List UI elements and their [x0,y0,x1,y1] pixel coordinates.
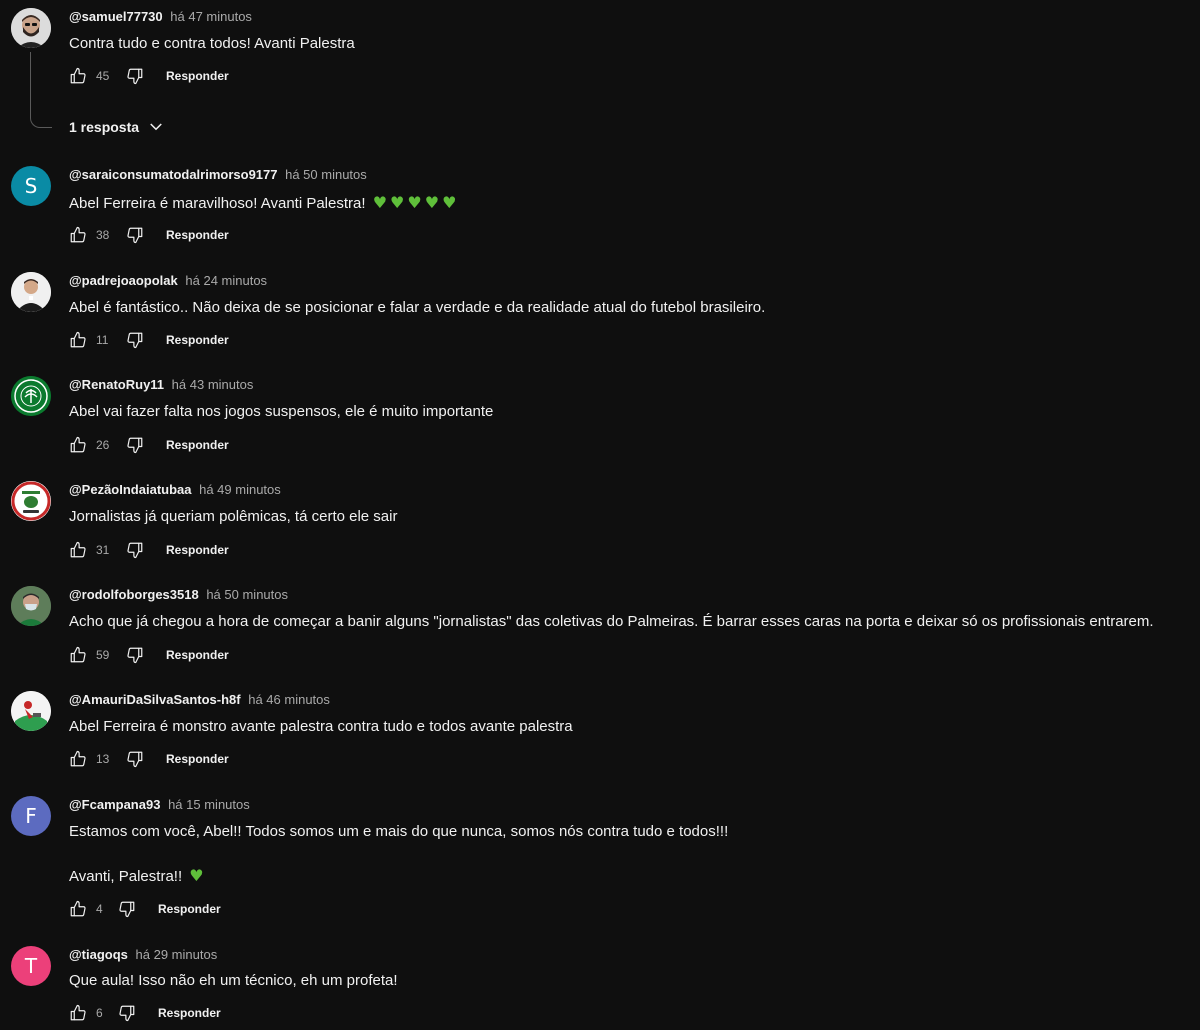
like-count: 31 [96,543,110,557]
chevron-down-icon [150,123,162,131]
reply-button[interactable]: Responder [166,543,229,557]
comment-time[interactable]: há 46 minutos [248,692,330,707]
thumbs-down-icon[interactable] [126,331,144,349]
thumbs-up-icon[interactable] [69,750,87,768]
comment-text: Abel Ferreira é monstro avante palestra … [69,718,573,735]
comment-author[interactable]: @tiagoqs [69,947,128,962]
thumbs-down-icon[interactable] [126,436,144,454]
comment-time[interactable]: há 49 minutos [199,482,281,497]
comment-text-content: Abel Ferreira é maravilhoso! Avanti Pale… [69,195,370,212]
reply-button[interactable]: Responder [166,333,229,347]
thumbs-up-icon[interactable] [69,541,87,559]
like-count: 11 [96,333,109,347]
comment-time[interactable]: há 43 minutos [172,377,254,392]
comment-text: Acho que já chegou a hora de começar a b… [69,613,1154,630]
avatar-photo [11,8,51,48]
reply-button[interactable]: Responder [158,1006,221,1020]
avatar[interactable] [11,272,51,312]
thumbs-up-icon[interactable] [69,646,87,664]
green-heart-icon: ♥ [442,193,457,212]
thumbs-down-icon[interactable] [118,900,136,918]
avatar[interactable]: S [11,166,51,206]
avatar[interactable] [11,691,51,731]
avatar[interactable] [11,586,51,626]
comment-author[interactable]: @PezãoIndaiatubaa [69,482,191,497]
avatar[interactable] [11,376,51,416]
palmeiras-logo-icon [11,376,51,416]
thumbs-down-icon[interactable] [126,226,144,244]
avatar[interactable]: T [11,946,51,986]
comment-author[interactable]: @Fcampana93 [69,797,160,812]
comment-author[interactable]: @RenatoRuy11 [69,377,164,392]
avatar-photo [11,586,51,626]
comment-author[interactable]: @samuel77730 [69,9,163,24]
reply-button[interactable]: Responder [158,902,221,916]
thumbs-up-icon[interactable] [69,1004,87,1022]
thumbs-down-icon[interactable] [126,541,144,559]
avatar[interactable]: F [11,796,51,836]
comment-time[interactable]: há 50 minutos [206,587,288,602]
comment-text: Abel vai fazer falta nos jogos suspensos… [69,403,494,420]
thread-connector [30,52,52,128]
thumbs-up-icon[interactable] [69,67,87,85]
replies-count: 1 resposta [69,119,140,135]
avatar[interactable] [11,481,51,521]
thumbs-down-icon[interactable] [118,1004,136,1022]
like-count: 6 [96,1006,103,1020]
show-replies-button[interactable]: 1 resposta [69,118,165,136]
comment-text: Abel Ferreira é maravilhoso! Avanti Pale… [69,193,456,214]
avatar-photo [11,272,51,312]
avatar-letter: S [24,174,38,198]
comment-time[interactable]: há 24 minutos [185,273,267,288]
comment-author[interactable]: @rodolfoborges3518 [69,587,199,602]
comment-author[interactable]: @padrejoaopolak [69,273,178,288]
green-heart-icon: ♥ [390,193,405,212]
comment-text: Estamos com você, Abel!! Todos somos um … [69,823,729,840]
like-count: 38 [96,228,110,242]
reply-button[interactable]: Responder [166,648,229,662]
comment-time[interactable]: há 47 minutos [170,9,252,24]
comment-text-content: Avanti, Palestra!! [69,868,187,885]
avatar-letter: F [25,804,37,828]
thumbs-up-icon[interactable] [69,900,87,918]
comment-text: Avanti, Palestra!! ♥ [69,866,728,887]
comment-text: Abel é fantástico.. Não deixa de se posi… [69,299,766,316]
avatar-illustration [11,691,51,731]
like-count: 26 [96,438,110,452]
comment-author[interactable]: @AmauriDaSilvaSantos-h8f [69,692,241,707]
avatar[interactable] [11,8,51,48]
reply-button[interactable]: Responder [166,69,229,83]
comment-text: Jornalistas já queriam polêmicas, tá cer… [69,508,398,525]
badge-logo-icon [11,481,51,521]
green-heart-icon: ♥ [189,866,204,885]
thumbs-up-icon[interactable] [69,226,87,244]
green-heart-icon: ♥ [424,193,440,212]
thumbs-down-icon[interactable] [126,646,144,664]
avatar-letter: T [24,954,38,978]
reply-button[interactable]: Responder [166,752,229,766]
like-count: 45 [96,69,110,83]
green-heart-icon: ♥ [407,193,422,212]
like-count: 59 [96,648,110,662]
comment-time[interactable]: há 50 minutos [285,167,367,182]
reply-button[interactable]: Responder [166,438,229,452]
comment-text: Contra tudo e contra todos! Avanti Pales… [69,35,355,52]
thumbs-up-icon[interactable] [69,331,87,349]
comment-time[interactable]: há 15 minutos [168,797,250,812]
comment-text: Que aula! Isso não eh um técnico, eh um … [69,972,398,989]
thumbs-up-icon[interactable] [69,436,87,454]
green-heart-icon: ♥ [372,193,388,212]
like-count: 13 [96,752,110,766]
thumbs-down-icon[interactable] [126,750,144,768]
comment-time[interactable]: há 29 minutos [136,947,218,962]
reply-button[interactable]: Responder [166,228,229,242]
thumbs-down-icon[interactable] [126,67,144,85]
comment-author[interactable]: @saraiconsumatodalrimorso9177 [69,167,277,182]
like-count: 4 [96,902,103,916]
